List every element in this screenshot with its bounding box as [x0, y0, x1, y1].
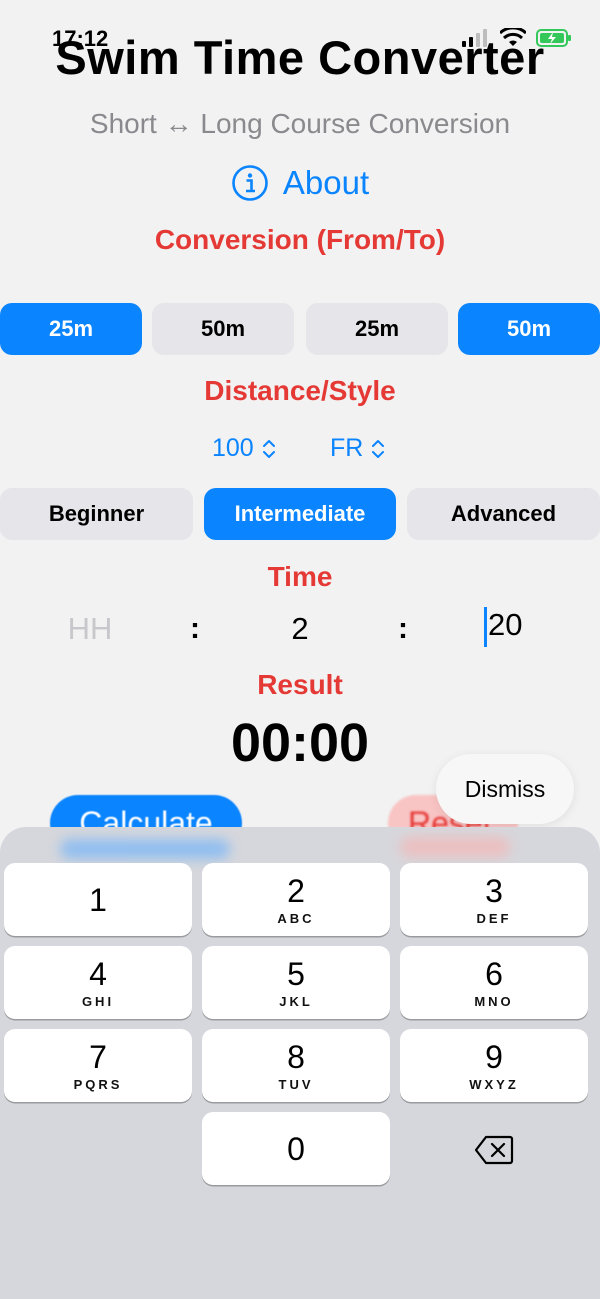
delete-key[interactable] — [400, 1113, 588, 1186]
distance-picker[interactable]: 100 — [212, 434, 276, 463]
key-2[interactable]: 2 ABC — [202, 863, 390, 936]
text-cursor — [484, 607, 487, 647]
key-letters: DEF — [476, 910, 512, 926]
minutes-input[interactable]: 2 — [250, 611, 350, 647]
key-letters: PQRS — [73, 1076, 123, 1092]
key-4[interactable]: 4 GHI — [4, 946, 192, 1019]
key-letters: ABC — [277, 910, 315, 926]
app-title: Swim Time Converter — [55, 31, 545, 84]
result-heading: Result — [257, 669, 343, 700]
key-6[interactable]: 6 MNO — [400, 946, 588, 1019]
subtitle: Short ↔ Long Course Conversion — [89, 108, 511, 139]
backspace-icon — [474, 1135, 514, 1164]
key-digit: 1 — [89, 881, 107, 918]
key-letters: TUV — [278, 1076, 314, 1092]
key-digit: 0 — [287, 1130, 305, 1167]
key-digit: 3 — [485, 872, 503, 909]
key-1[interactable]: 1 — [4, 863, 192, 936]
from-50m-button[interactable]: 50m — [152, 303, 294, 355]
time-separator: : — [190, 612, 200, 645]
level-intermediate-button[interactable]: Intermediate — [204, 488, 396, 540]
key-digit: 6 — [485, 955, 503, 992]
key-digit: 8 — [287, 1038, 305, 1075]
key-7[interactable]: 7 PQRS — [4, 1029, 192, 1102]
style-value: FR — [330, 434, 364, 462]
time-separator: : — [398, 612, 408, 645]
key-3[interactable]: 3 DEF — [400, 863, 588, 936]
calculate-reflection — [60, 839, 230, 859]
reset-reflection — [400, 837, 510, 857]
conversion-heading: Conversion (From/To) — [154, 224, 446, 255]
numeric-keypad: 1 2 ABC 3 DEF 4 GHI 5 JKL 6 MNO 7 PQRS 8… — [0, 827, 600, 1299]
key-digit: 2 — [287, 872, 305, 909]
time-heading: Time — [267, 561, 333, 592]
info-circle-icon — [232, 165, 268, 201]
key-0[interactable]: 0 — [202, 1112, 390, 1185]
key-digit: 9 — [485, 1038, 503, 1075]
key-letters: WXYZ — [469, 1076, 519, 1092]
key-8[interactable]: 8 TUV — [202, 1029, 390, 1102]
key-letters: GHI — [81, 993, 115, 1009]
hours-input[interactable]: HH — [40, 611, 140, 647]
chevron-up-down-icon — [372, 439, 385, 458]
about-label: About — [282, 164, 370, 201]
key-digit: 7 — [89, 1038, 107, 1075]
chevron-up-down-icon — [262, 439, 275, 458]
key-digit: 5 — [287, 955, 305, 992]
seconds-value: 20 — [488, 607, 523, 643]
seconds-input[interactable]: 20 — [484, 607, 544, 647]
key-9[interactable]: 9 WXYZ — [400, 1029, 588, 1102]
key-digit: 4 — [89, 955, 107, 992]
level-advanced-button[interactable]: Advanced — [407, 488, 600, 540]
about-button[interactable]: About — [0, 164, 600, 202]
level-beginner-button[interactable]: Beginner — [0, 488, 193, 540]
to-50m-button[interactable]: 50m — [458, 303, 600, 355]
key-letters: MNO — [474, 993, 514, 1009]
to-25m-button[interactable]: 25m — [306, 303, 448, 355]
key-letters: JKL — [279, 993, 313, 1009]
distance-value: 100 — [212, 434, 254, 462]
key-5[interactable]: 5 JKL — [202, 946, 390, 1019]
from-25m-button[interactable]: 25m — [0, 303, 142, 355]
style-picker[interactable]: FR — [330, 434, 385, 463]
dismiss-button[interactable]: Dismiss — [436, 754, 574, 824]
distance-style-heading: Distance/Style — [204, 375, 396, 406]
